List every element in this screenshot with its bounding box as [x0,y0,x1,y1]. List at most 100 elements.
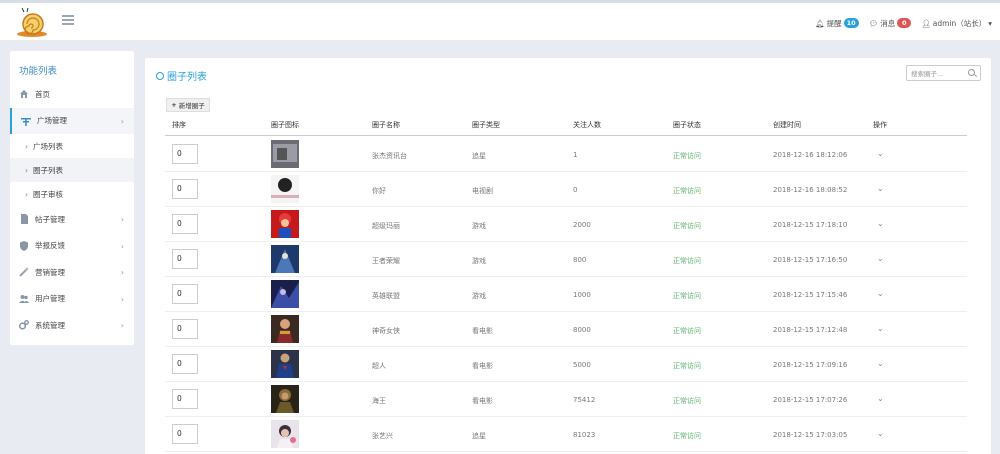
circle-status: 正常访问 [673,257,701,265]
circle-thumbnail [271,385,299,413]
chevron-down-icon[interactable]: ⌄ [877,254,884,263]
circle-type: 看电影 [472,327,493,335]
search-placeholder: 搜索圈子... [911,70,944,78]
chevron-down-icon[interactable]: ⌄ [877,149,884,158]
menu-toggle-button[interactable] [62,15,74,27]
user-label: admin（站长） [932,18,987,28]
user-menu[interactable]: 👤︎ admin（站长） ▾ [921,18,992,29]
sidebar-item-posts[interactable]: 帖子管理 › [10,206,134,233]
chevron-right-icon: › [25,165,28,175]
sidebar-item-label: 用户管理 [35,294,65,304]
page-title: 圈子列表 [156,68,207,83]
sidebar-item-marketing[interactable]: 营销管理 › [10,259,134,286]
chevron-right-icon: › [120,268,124,277]
snail-logo [17,8,47,37]
table-row: 0 神奇女侠 看电影 8000 正常访问 2018-12-15 17:12:48… [165,312,967,347]
circle-followers: 1 [573,151,578,159]
circle-type: 游戏 [472,292,486,300]
circle-status: 正常访问 [673,397,701,405]
circle-status: 正常访问 [673,187,701,195]
sidebar-item-label: 广场管理 [37,116,67,126]
circle-type: 追星 [472,152,486,160]
circle-followers: 1000 [573,291,591,299]
circle-followers: 800 [573,256,587,264]
user-icon: 👤︎ [921,18,931,28]
circle-thumbnail [271,420,299,448]
sort-input[interactable]: 0 [172,389,198,409]
users-icon [19,294,29,303]
search-input[interactable]: 搜索圈子... [906,65,981,81]
circle-created: 2018-12-16 18:08:52 [773,186,848,194]
column-header-created: 创建时间 [773,121,801,129]
circle-followers: 75412 [573,396,596,404]
circle-type: 游戏 [472,222,486,230]
sort-input[interactable]: 0 [172,284,198,304]
circle-name: 王者荣耀 [372,257,400,265]
table-row: 0 王者荣耀 游戏 800 正常访问 2018-12-15 17:16:50 ⌄ [165,242,967,277]
chevron-down-icon[interactable]: ⌄ [877,289,884,298]
sort-input[interactable]: 0 [172,144,198,164]
sidebar-item-system[interactable]: 系统管理 › [10,312,134,339]
circle-name: 你好 [372,187,386,195]
chevron-right-icon: › [120,294,124,304]
sidebar-item-label: 营销管理 [35,267,65,277]
table-row: 0 张杰资讯台 追星 1 正常访问 2018-12-16 18:12:06 ⌄ [165,137,967,172]
sidebar-item-square[interactable]: 广场管理 › [10,107,134,134]
circle-thumbnail [271,140,299,168]
chevron-right-icon: › [120,116,124,126]
circle-status: 正常访问 [673,222,701,230]
column-header-followers: 关注人数 [573,121,601,129]
sort-input[interactable]: 0 [172,179,198,199]
chevron-right-icon: › [25,141,28,151]
message-label: 消息 [880,18,896,28]
circle-created: 2018-12-15 17:18:10 [773,221,848,229]
circle-type: 看电影 [472,397,493,405]
sort-input[interactable]: 0 [172,214,198,234]
sort-input[interactable]: 0 [172,424,198,444]
chevron-down-icon[interactable]: ⌄ [877,394,884,403]
circle-name: 超人 [372,362,386,370]
circle-status: 正常访问 [673,327,701,335]
circle-name: 张杰资讯台 [372,152,407,160]
message-button[interactable]: 💬︎ 消息 0 [869,18,912,29]
sidebar-title: 功能列表 [19,66,58,77]
chevron-down-icon[interactable]: ⌄ [877,429,884,438]
chevron-down-icon[interactable]: ⌄ [877,324,884,333]
column-header-icon: 圈子图标 [271,121,299,129]
chevron-down-icon[interactable]: ⌄ [877,359,884,368]
sidebar-item-home[interactable]: 首页 [10,81,134,108]
sidebar-item-users[interactable]: 用户管理 › [10,286,134,313]
sidebar-item-label: 广场列表 [33,141,63,151]
circle-followers: 0 [573,186,578,194]
sidebar-item-label: 举报反馈 [35,241,65,251]
circle-name: 英雄联盟 [372,292,400,300]
sort-input[interactable]: 0 [172,354,198,374]
remind-button[interactable]: 🔔︎ 提醒 10 [815,18,859,29]
sidebar: 功能列表 首页 广场管理 › › 广场列表 › 圈子列表 › 圈子审核 帖子管理… [10,51,134,345]
circle-thumbnail [271,245,299,273]
circle-type: 看电影 [472,362,493,370]
document-icon [21,214,28,225]
circle-followers: 2000 [573,221,591,229]
table-row: 0 英雄联盟 游戏 1000 正常访问 2018-12-15 17:15:46 … [165,277,967,312]
chevron-down-icon[interactable]: ⌄ [877,184,884,193]
search-icon[interactable] [968,69,975,76]
chevron-right-icon: › [120,241,124,251]
gears-icon [19,320,29,330]
sort-input[interactable]: 0 [172,319,198,339]
chevron-right-icon: › [120,215,124,224]
circle-icon [156,71,164,80]
add-circle-label: 新增圈子 [178,102,205,110]
sidebar-subitem-circle-list[interactable]: › 圈子列表 [10,158,134,182]
circle-name: 海王 [372,397,386,405]
sidebar-subitem-square-list[interactable]: › 广场列表 [10,134,134,158]
sort-input[interactable]: 0 [172,249,198,269]
sidebar-item-reports[interactable]: 举报反馈 › [10,233,134,260]
chevron-down-icon[interactable]: ⌄ [877,219,884,228]
sidebar-item-label: 首页 [35,89,50,99]
add-circle-button[interactable]: + 新增圈子 [166,98,210,112]
table-row: 0 你好 电视剧 0 正常访问 2018-12-16 18:08:52 ⌄ [165,172,967,207]
sidebar-subitem-circle-review[interactable]: › 圈子审核 [10,182,134,206]
circle-followers: 5000 [573,361,591,369]
column-header-status: 圈子状态 [673,121,701,129]
